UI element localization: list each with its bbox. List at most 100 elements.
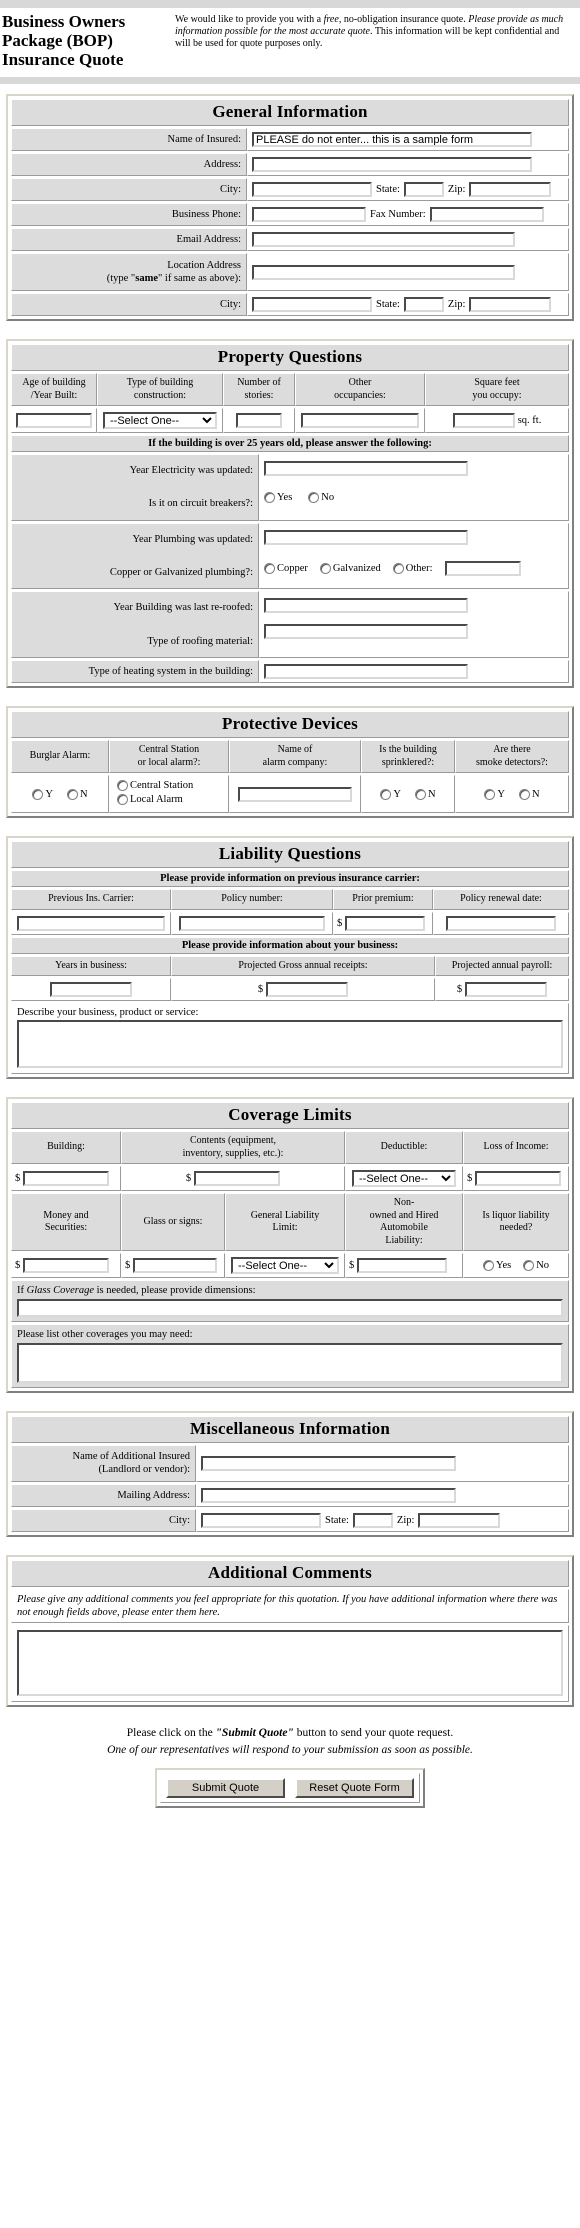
radio-icon[interactable] — [392, 562, 404, 574]
year-plumbing-input[interactable] — [264, 529, 468, 545]
property-over-25-years-subheader: If the building is over 25 years old, pl… — [11, 435, 569, 453]
location-address-input[interactable] — [252, 264, 515, 280]
liquor-no-option[interactable]: No — [523, 1260, 549, 1272]
radio-icon[interactable] — [519, 788, 530, 800]
year-electricity-input[interactable] — [264, 461, 468, 477]
other-occupancies-input[interactable] — [301, 413, 419, 429]
years-in-business-input[interactable] — [50, 982, 132, 998]
circuit-breakers-no-option[interactable]: No — [308, 492, 334, 504]
electricity-labels: Year Electricity was updated: Is it on c… — [11, 454, 259, 521]
location-zip-input[interactable] — [469, 297, 552, 313]
alarm-local-option[interactable]: Local Alarm — [117, 794, 183, 806]
submit-instructions-line-2: One of our representatives will respond … — [107, 1743, 473, 1756]
annual-payroll-input[interactable] — [465, 982, 548, 998]
age-of-building-input[interactable] — [16, 413, 92, 429]
prior-premium-cell: $ — [333, 911, 433, 935]
describe-business-textarea[interactable] — [17, 1020, 563, 1069]
non-owned-auto-input[interactable] — [357, 1258, 448, 1274]
glass-dimensions-textarea[interactable] — [17, 1299, 563, 1318]
radio-icon[interactable] — [308, 492, 320, 504]
business-column-values: $ $ — [11, 978, 569, 1002]
state-input[interactable] — [403, 182, 444, 198]
smoke-detectors-yes-option[interactable]: Y — [484, 788, 505, 800]
radio-icon[interactable] — [32, 788, 44, 800]
alarm-central-station-option[interactable]: Central Station — [117, 780, 193, 792]
heating-system-input[interactable] — [264, 664, 468, 680]
building-limit-input[interactable] — [23, 1171, 110, 1187]
other-coverages-textarea[interactable] — [17, 1343, 563, 1384]
zip-input[interactable] — [469, 182, 552, 198]
fax-number-input[interactable] — [429, 207, 544, 223]
number-of-stories-input[interactable] — [236, 413, 282, 429]
submit-quote-button[interactable]: Submit Quote — [166, 1778, 285, 1799]
radio-icon[interactable] — [482, 1260, 494, 1272]
prior-premium-input[interactable] — [345, 915, 426, 931]
sprinklered-yes-option[interactable]: Y — [380, 788, 401, 800]
annual-payroll-cell: $ — [435, 978, 569, 1002]
radio-icon[interactable] — [264, 492, 275, 504]
email-address-input[interactable] — [252, 232, 515, 248]
misc-state-input[interactable] — [352, 1512, 393, 1528]
construction-type-select[interactable]: --Select One-- — [103, 412, 217, 430]
radio-icon[interactable] — [319, 562, 331, 574]
radio-icon[interactable] — [67, 788, 78, 800]
radio-icon[interactable] — [523, 1260, 535, 1272]
name-of-insured-input[interactable] — [252, 132, 532, 148]
gross-receipts-input[interactable] — [266, 982, 349, 998]
burglar-alarm-yes-option[interactable]: Y — [32, 788, 53, 800]
reset-quote-form-button[interactable]: Reset Quote Form — [295, 1778, 414, 1799]
pipe-copper-label: Copper — [277, 562, 308, 574]
smoke-detectors-no-option[interactable]: N — [519, 788, 540, 800]
policy-renewal-input[interactable] — [446, 915, 556, 931]
general-liability-select[interactable]: --Select One-- — [231, 1257, 339, 1275]
radio-icon[interactable] — [264, 562, 275, 574]
prior-premium-currency: $ — [337, 917, 343, 929]
additional-comments-textarea[interactable] — [17, 1629, 563, 1696]
roof-material-label: Type of roofing material: — [147, 635, 253, 647]
contents-limit-input[interactable] — [194, 1171, 281, 1187]
property-questions-title: Property Questions — [11, 344, 569, 372]
glass-signs-currency: $ — [125, 1260, 131, 1272]
address-field-cell — [247, 153, 569, 177]
sprinklered-no-option[interactable]: N — [415, 788, 436, 800]
row-location-city-state-zip: City: State: Zip: — [11, 293, 569, 317]
radio-icon[interactable] — [380, 788, 392, 800]
pipe-other-option[interactable]: Other: — [392, 562, 433, 574]
glass-signs-input[interactable] — [133, 1258, 218, 1274]
loss-of-income-input[interactable] — [475, 1171, 562, 1187]
roof-material-input[interactable] — [264, 623, 468, 639]
previous-carrier-input[interactable] — [17, 915, 165, 931]
year-reroofed-input[interactable] — [264, 597, 468, 613]
circuit-breakers-yes-option[interactable]: Yes — [264, 492, 293, 504]
pipe-other-input[interactable] — [444, 560, 521, 576]
liquor-yes-label: Yes — [495, 1260, 512, 1272]
policy-number-input[interactable] — [179, 915, 325, 931]
section-coverage-limits: Coverage Limits Building: Contents (equi… — [6, 1097, 574, 1394]
city-input[interactable] — [252, 182, 372, 198]
city-state-zip-field-cell: State: Zip: — [247, 178, 569, 202]
mailing-address-input[interactable] — [201, 1487, 456, 1503]
misc-city-input[interactable] — [201, 1512, 321, 1528]
location-state-input[interactable] — [403, 297, 444, 313]
liquor-yes-option[interactable]: Yes — [482, 1260, 512, 1272]
radio-icon[interactable] — [117, 794, 128, 806]
address-input[interactable] — [252, 157, 532, 173]
building-currency: $ — [15, 1173, 21, 1185]
business-phone-input[interactable] — [252, 207, 366, 223]
deductible-select[interactable]: --Select One-- — [352, 1170, 456, 1188]
money-securities-input[interactable] — [23, 1258, 110, 1274]
location-city-input[interactable] — [252, 297, 372, 313]
misc-zip-input[interactable] — [418, 1512, 501, 1528]
pipe-galvanized-option[interactable]: Galvanized — [319, 562, 381, 574]
square-feet-input[interactable] — [452, 413, 515, 429]
circuit-breakers-yes-label: Yes — [277, 492, 293, 504]
additional-insured-input[interactable] — [201, 1455, 456, 1471]
burglar-alarm-no-option[interactable]: N — [67, 788, 88, 800]
header-building: Building: — [11, 1131, 121, 1165]
header-type-of-construction: Type of building construction: — [97, 373, 223, 407]
radio-icon[interactable] — [415, 788, 426, 800]
alarm-company-input[interactable] — [238, 786, 352, 802]
radio-icon[interactable] — [117, 780, 128, 792]
pipe-copper-option[interactable]: Copper — [264, 562, 308, 574]
radio-icon[interactable] — [484, 788, 496, 800]
